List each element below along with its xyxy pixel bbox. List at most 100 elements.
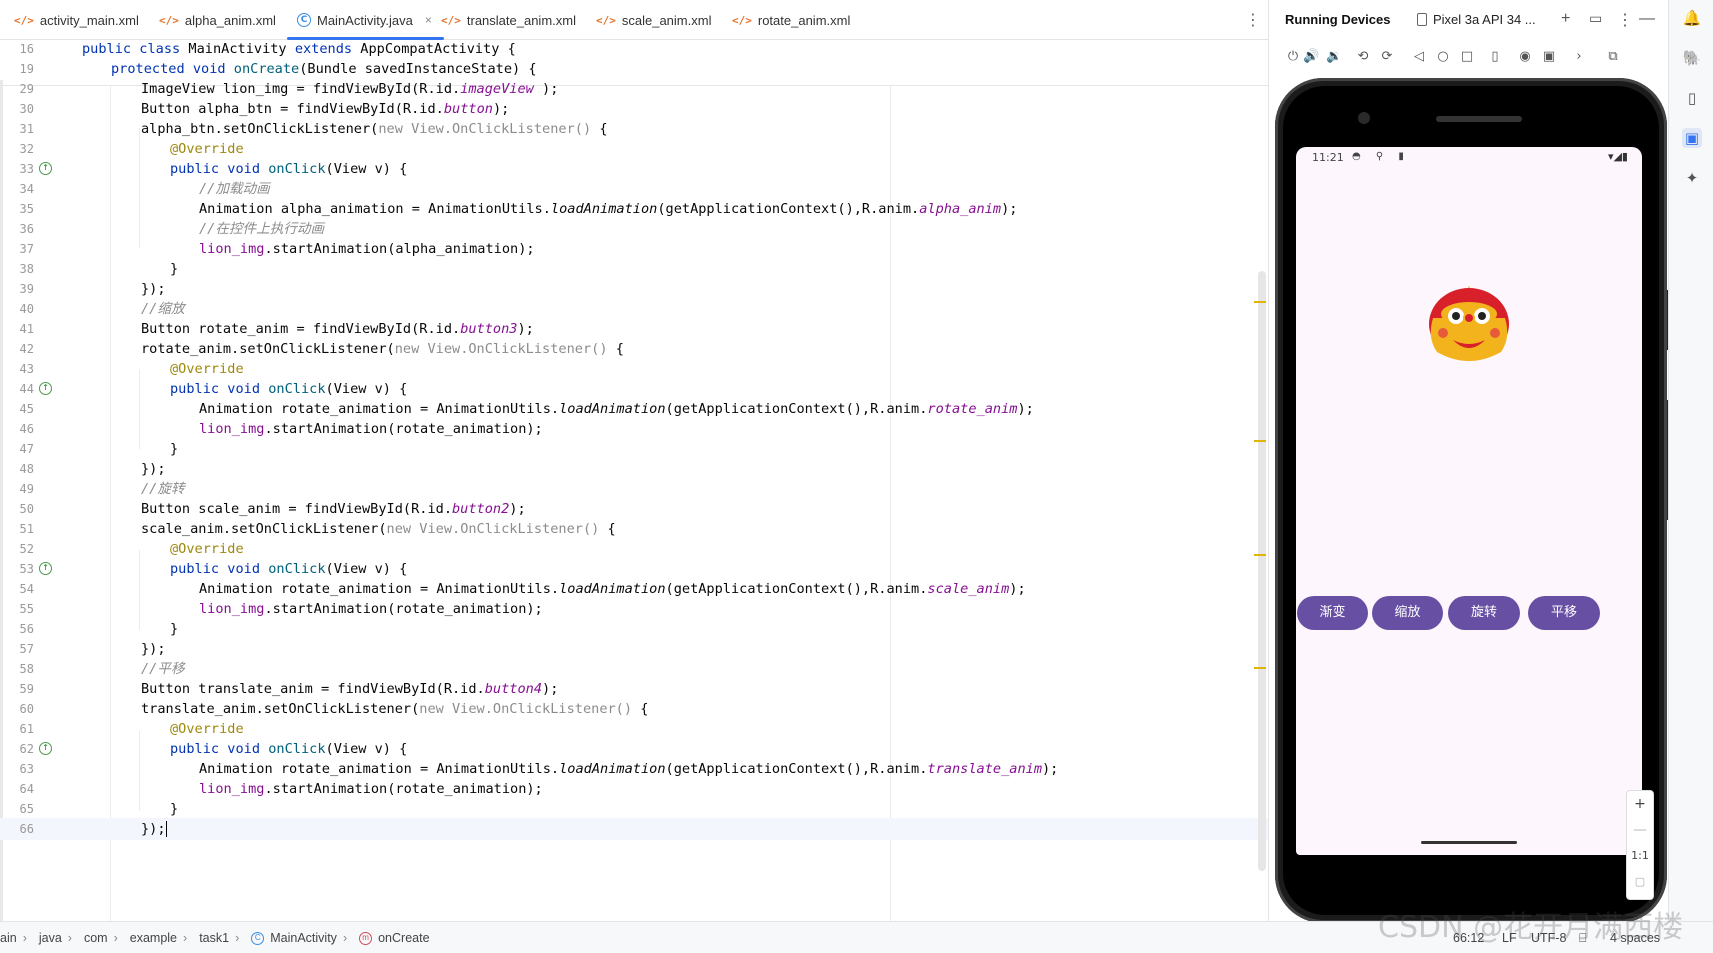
close-tab-icon[interactable]: × bbox=[425, 13, 432, 27]
code-line: 34 //加载动画 bbox=[0, 178, 1268, 200]
chevron-right-icon: › bbox=[183, 931, 188, 945]
tab-rotate-anim-xml[interactable]: </> rotate_anim.xml bbox=[732, 0, 850, 40]
window-icon[interactable]: ▭ bbox=[1589, 10, 1602, 27]
screenshot-icon[interactable]: ◉ bbox=[1517, 49, 1533, 65]
line-number: 45 bbox=[19, 402, 34, 416]
warning-stripe-mark[interactable] bbox=[1254, 301, 1266, 303]
zoom-fit-icon[interactable]: ▢ bbox=[1627, 869, 1653, 895]
zoom-actual-size-button[interactable]: 1:1 bbox=[1627, 843, 1653, 869]
breadcrumb-item[interactable]: MainActivity bbox=[270, 931, 337, 945]
device-screen[interactable]: 11:21 ◓ ⚲ ▮ ▾◢▮ 渐变 缩放 旋转 平移 bbox=[1296, 147, 1642, 855]
line-number: 60 bbox=[19, 702, 34, 716]
tab-alpha-anim-xml[interactable]: </> alpha_anim.xml bbox=[159, 0, 276, 40]
warning-stripe-mark[interactable] bbox=[1254, 440, 1266, 442]
chevron-right-icon: › bbox=[342, 931, 348, 945]
code-line: 43 @Override bbox=[0, 358, 1268, 380]
code-line: 56 } bbox=[0, 618, 1268, 640]
line-number: 57 bbox=[19, 642, 34, 656]
code-line: 48 }); bbox=[0, 458, 1268, 480]
running-devices-icon[interactable]: ▣ bbox=[1682, 128, 1702, 148]
add-device-icon[interactable]: + bbox=[1561, 10, 1570, 28]
code-line: 44 ↑ public void onClick(View v) { bbox=[0, 378, 1268, 400]
volume-down-icon[interactable]: 🔉 bbox=[1326, 49, 1342, 65]
more-tabs-icon[interactable]: ⋮ bbox=[1245, 10, 1261, 29]
chevron-right-icon[interactable]: › bbox=[1571, 49, 1587, 65]
status-bar-icons: ◓ ⚲ ▮ bbox=[1352, 151, 1410, 162]
breadcrumb-item[interactable]: ain bbox=[0, 931, 17, 945]
code-line: 39 }); bbox=[0, 278, 1268, 300]
line-number: 32 bbox=[19, 142, 34, 156]
line-number: 62 bbox=[19, 742, 34, 756]
mirror-icon[interactable]: ⧉ bbox=[1605, 49, 1621, 65]
tab-mainactivity-java[interactable]: C MainActivity.java × bbox=[287, 0, 444, 40]
code-line: 40 //缩放 bbox=[0, 298, 1268, 320]
gesture-home-bar[interactable] bbox=[1421, 841, 1517, 844]
warning-stripe-mark[interactable] bbox=[1254, 667, 1266, 669]
chevron-right-icon: › bbox=[22, 931, 27, 945]
code-line: 35 Animation alpha_animation = Animation… bbox=[0, 198, 1268, 220]
implements-method-icon[interactable]: ↑ bbox=[39, 162, 52, 175]
code-line: 31 alpha_btn.setOnClickListener(new View… bbox=[0, 118, 1268, 140]
chevron-right-icon: › bbox=[113, 931, 118, 945]
lion-image bbox=[1429, 286, 1509, 361]
zoom-out-button[interactable]: — bbox=[1627, 817, 1653, 843]
implements-method-icon[interactable]: ↑ bbox=[39, 382, 52, 395]
code-editor[interactable]: ⚠ 4 ⌃ ⌄ 16 public class MainActivity ext… bbox=[0, 41, 1268, 921]
code-line: 65 } bbox=[0, 798, 1268, 820]
line-number: 30 bbox=[19, 102, 34, 116]
code-line: 45 Animation rotate_animation = Animatio… bbox=[0, 398, 1268, 420]
rotate-right-icon[interactable]: ⟳ bbox=[1379, 49, 1395, 65]
more-options-icon[interactable]: ⋮ bbox=[1617, 10, 1633, 30]
device-tab[interactable]: Pixel 3a API 34 ... bbox=[1417, 12, 1536, 27]
rotate-button[interactable]: 旋转 bbox=[1448, 596, 1520, 630]
zoom-in-button[interactable]: + bbox=[1627, 791, 1653, 817]
xml-file-icon: </> bbox=[159, 13, 179, 27]
code-token: (Bundle savedInstanceState) { bbox=[299, 61, 537, 77]
code-line: 61 @Override bbox=[0, 718, 1268, 740]
tab-translate-anim-xml[interactable]: </> translate_anim.xml bbox=[441, 0, 576, 40]
line-number: 52 bbox=[19, 542, 34, 556]
breadcrumb-item[interactable]: task1 bbox=[199, 931, 229, 945]
device-manager-icon[interactable]: ▯ bbox=[1682, 88, 1702, 108]
overview-icon[interactable]: □ bbox=[1459, 49, 1475, 65]
fold-icon[interactable]: ▯ bbox=[1487, 49, 1503, 65]
back-icon[interactable]: ◁ bbox=[1411, 49, 1427, 65]
line-number: 44 bbox=[19, 382, 34, 396]
phone-icon bbox=[1417, 13, 1427, 26]
home-icon[interactable]: ○ bbox=[1435, 49, 1451, 65]
line-number: 53 bbox=[19, 562, 34, 576]
warning-stripe-mark[interactable] bbox=[1254, 554, 1266, 556]
vertical-scrollbar[interactable] bbox=[1258, 271, 1266, 871]
line-number: 31 bbox=[19, 122, 34, 136]
scale-button[interactable]: 缩放 bbox=[1372, 596, 1443, 630]
notifications-icon[interactable]: 🔔 bbox=[1682, 8, 1702, 28]
method-icon: m bbox=[359, 931, 373, 945]
tab-scale-anim-xml[interactable]: </> scale_anim.xml bbox=[596, 0, 711, 40]
breadcrumb-item[interactable]: java bbox=[39, 931, 62, 945]
volume-up-icon[interactable]: 🔊 bbox=[1303, 49, 1319, 65]
power-icon[interactable]: ⏻ bbox=[1285, 49, 1301, 65]
line-number: 66 bbox=[19, 822, 34, 836]
minimize-icon[interactable]: — bbox=[1639, 10, 1655, 28]
line-number: 55 bbox=[19, 602, 34, 616]
code-line: 37 lion_img.startAnimation(alpha_animati… bbox=[0, 238, 1268, 260]
implements-method-icon[interactable]: ↑ bbox=[39, 562, 52, 575]
screen-record-icon[interactable]: ▣ bbox=[1541, 49, 1557, 65]
gradle-icon[interactable]: 🐘 bbox=[1682, 48, 1702, 68]
line-number: 38 bbox=[19, 262, 34, 276]
translate-button[interactable]: 平移 bbox=[1528, 596, 1600, 630]
alpha-button[interactable]: 渐变 bbox=[1297, 596, 1368, 630]
line-number: 43 bbox=[19, 362, 34, 376]
line-number: 37 bbox=[19, 242, 34, 256]
breadcrumb-item[interactable]: onCreate bbox=[378, 931, 429, 945]
tab-label: translate_anim.xml bbox=[466, 12, 576, 28]
line-number: 40 bbox=[19, 302, 34, 316]
tab-activity-main-xml[interactable]: </> activity_main.xml bbox=[14, 0, 139, 40]
code-line: 50 Button scale_anim = findViewById(R.id… bbox=[0, 498, 1268, 520]
rotate-left-icon[interactable]: ⟲ bbox=[1355, 49, 1371, 65]
gemini-icon[interactable]: ✦ bbox=[1682, 168, 1702, 188]
implements-method-icon[interactable]: ↑ bbox=[39, 742, 52, 755]
breadcrumb-item[interactable]: example bbox=[130, 931, 177, 945]
breadcrumb-item[interactable]: com bbox=[84, 931, 108, 945]
running-devices-header: Running Devices Pixel 3a API 34 ... + ▭ … bbox=[1269, 0, 1669, 40]
